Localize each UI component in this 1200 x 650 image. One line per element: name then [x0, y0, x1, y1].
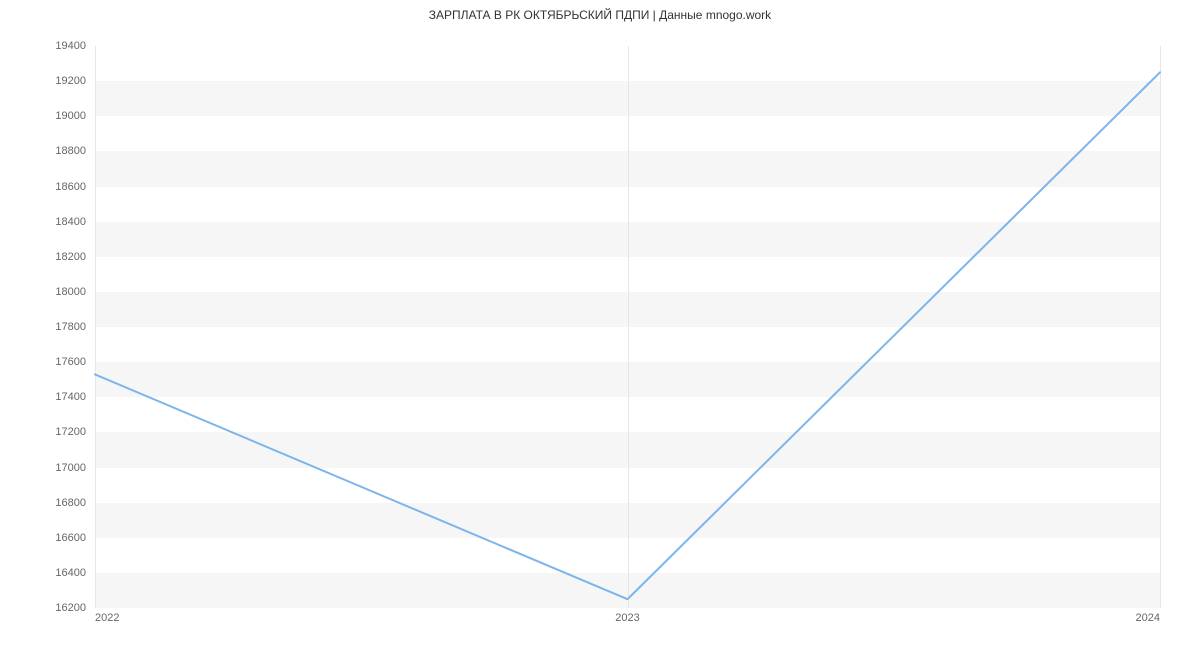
y-tick-label: 16600 [55, 532, 86, 544]
y-tick-label: 18000 [55, 286, 86, 298]
line-chart: ЗАРПЛАТА В РК ОКТЯБРЬСКИЙ ПДПИ | Данные … [0, 0, 1200, 650]
y-tick-label: 17200 [55, 426, 86, 438]
y-tick-label: 18400 [55, 216, 86, 228]
y-tick-label: 18200 [55, 251, 86, 263]
y-axis-ticks: 1620016400166001680017000172001740017600… [0, 46, 90, 608]
y-tick-label: 16200 [55, 602, 86, 614]
x-axis-ticks: 2022 2023 2024 [95, 612, 1160, 632]
x-tick-label: 2023 [615, 612, 639, 624]
x-tick-label: 2022 [95, 612, 119, 624]
x-tick-label: 2024 [1136, 612, 1160, 624]
y-tick-label: 17000 [55, 462, 86, 474]
plot-area [95, 46, 1160, 608]
gridline-vertical [1160, 46, 1161, 608]
y-tick-label: 17400 [55, 391, 86, 403]
y-tick-label: 18600 [55, 181, 86, 193]
y-tick-label: 17600 [55, 356, 86, 368]
chart-title: ЗАРПЛАТА В РК ОКТЯБРЬСКИЙ ПДПИ | Данные … [0, 8, 1200, 22]
y-tick-label: 17800 [55, 321, 86, 333]
y-tick-label: 16800 [55, 497, 86, 509]
y-tick-label: 16400 [55, 567, 86, 579]
y-tick-label: 19200 [55, 75, 86, 87]
y-tick-label: 18800 [55, 145, 86, 157]
series-line [95, 72, 1160, 599]
series-layer [95, 46, 1160, 608]
y-tick-label: 19000 [55, 110, 86, 122]
y-tick-label: 19400 [55, 40, 86, 52]
